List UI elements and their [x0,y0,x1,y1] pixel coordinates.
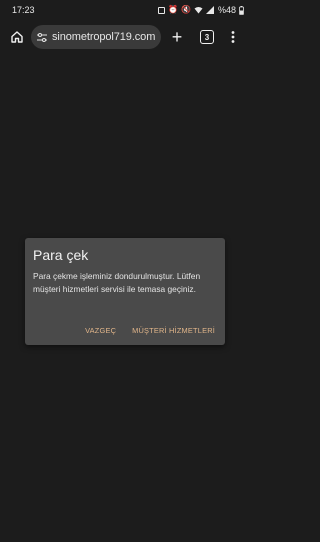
dialog-message: Para çekme işleminiz dondurulmuştur. Lüt… [33,271,201,294]
browser-toolbar: sinometropol719.com + 3 [0,20,250,54]
alarm-icon: ⏰ [168,5,179,14]
address-bar[interactable]: sinometropol719.com [31,25,161,49]
dialog-title: Para çek [33,247,89,263]
customer-service-button[interactable]: MÜŞTERİ HİZMETLERİ [132,326,215,335]
url-text: sinometropol719.com [52,31,155,43]
screen: 17:23 ⏰ 🔇 %48 sinometropol719.com + 3 Pa… [0,0,250,542]
home-icon[interactable] [6,26,28,48]
battery-level: %48 [217,4,236,15]
withdraw-dialog: Para çek Para çekme işleminiz dondurulmu… [25,238,225,345]
notification-icon [158,6,166,14]
dialog-actions: VAZGEÇ MÜŞTERİ HİZMETLERİ [85,326,215,335]
new-tab-button[interactable]: + [166,26,188,48]
wifi-icon [194,6,203,14]
status-time: 17:23 [12,5,35,15]
tabs-button[interactable]: 3 [196,26,218,48]
plus-icon: + [171,27,183,47]
status-icons: ⏰ 🔇 %48 [158,4,244,15]
tab-count: 3 [200,30,214,44]
status-bar: 17:23 ⏰ 🔇 %48 [0,0,250,20]
more-icon[interactable] [222,26,244,48]
battery-icon [239,5,244,15]
signal-icon [205,6,214,14]
mute-icon: 🔇 [181,5,191,14]
tune-icon[interactable] [37,32,47,42]
cancel-button[interactable]: VAZGEÇ [85,326,116,335]
